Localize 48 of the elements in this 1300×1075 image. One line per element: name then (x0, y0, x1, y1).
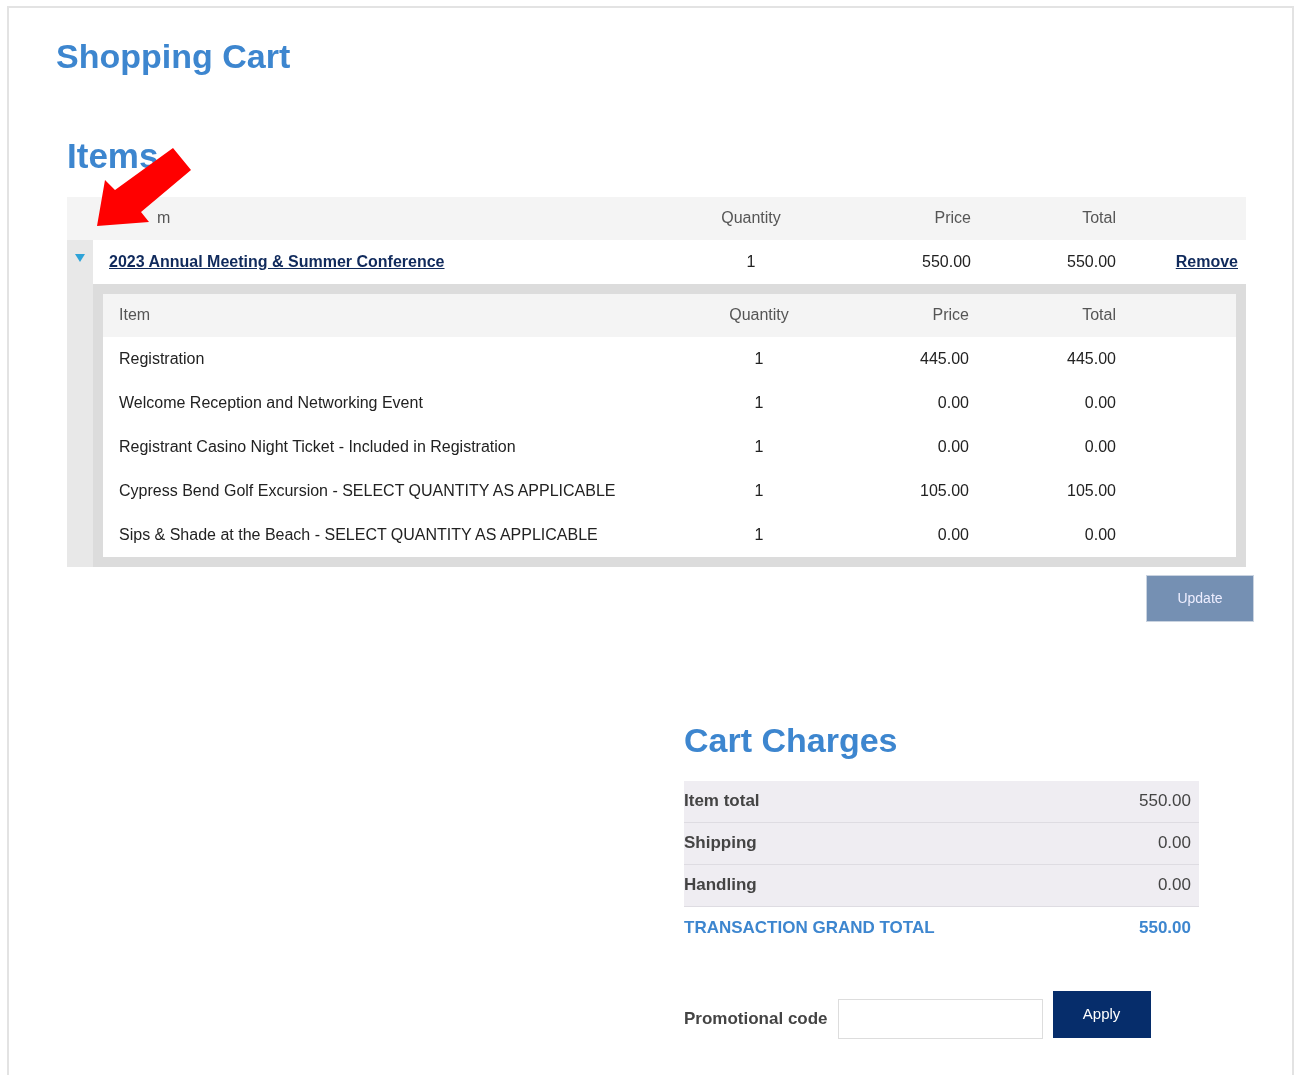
column-header: Quantity (729, 306, 789, 324)
table-cell: 550.00 (1067, 252, 1116, 270)
table-cell: 445.00 (1067, 349, 1116, 367)
table-cell: 1 (746, 252, 756, 270)
promo-code-field[interactable] (837, 998, 1043, 1039)
page-title: Shopping Cart (56, 36, 292, 77)
table-cell: Cypress Bend Golf Excursion - SELECT QUANTITY AS APPLICABLE (119, 481, 616, 499)
charge-label: Handling (684, 874, 757, 897)
table-cell: 0.00 (937, 525, 969, 543)
table-cell: Registration (119, 349, 205, 367)
collapse-triangle-icon[interactable] (75, 253, 85, 262)
table-cell: 0.00 (1084, 437, 1116, 455)
apply-button[interactable]: Apply (1052, 991, 1151, 1039)
table-cell: 1 (754, 393, 764, 411)
charge-value: 0.00 (1157, 874, 1191, 897)
section-heading: Cart Charges (684, 719, 899, 761)
charge-label: TRANSACTION GRAND TOTAL (684, 916, 935, 939)
column-header: Total (1082, 209, 1116, 227)
promo-label: Promotional code (684, 1007, 828, 1030)
table-cell: Registrant Casino Night Ticket - Included in Registration (119, 437, 516, 455)
table-cell: 105.00 (920, 481, 969, 499)
column-header: Price (932, 306, 969, 324)
column-header: m (157, 209, 171, 227)
table-cell: 1 (754, 481, 764, 499)
item-link[interactable]: 2023 Annual Meeting & Summer Conference (109, 252, 445, 270)
table-cell: 1 (754, 349, 764, 367)
column-header: Item (119, 306, 151, 324)
charge-label: Item total (684, 790, 760, 813)
table-cell: Sips & Shade at the Beach - SELECT QUANTITY AS APPLICABLE (119, 525, 598, 543)
table-cell: 550.00 (922, 252, 971, 270)
table-cell: 0.00 (937, 393, 969, 411)
charge-value: 550.00 (1139, 790, 1191, 813)
charge-value: 550.00 (1139, 916, 1191, 939)
section-heading: Items (67, 134, 160, 177)
column-header: Total (1082, 306, 1116, 324)
table-cell: 0.00 (1084, 393, 1116, 411)
remove-link[interactable]: Remove (1175, 252, 1238, 270)
column-header: Price (934, 209, 971, 227)
table-cell: 1 (754, 525, 764, 543)
charge-label: Shipping (684, 832, 757, 855)
table-cell: Welcome Reception and Networking Event (119, 393, 423, 411)
column-header: Quantity (721, 209, 781, 227)
table-cell: 0.00 (937, 437, 969, 455)
table-cell: 105.00 (1067, 481, 1116, 499)
charge-value: 0.00 (1157, 832, 1191, 855)
table-cell: 1 (754, 437, 764, 455)
table-cell: 0.00 (1084, 525, 1116, 543)
table-cell: 445.00 (920, 349, 969, 367)
